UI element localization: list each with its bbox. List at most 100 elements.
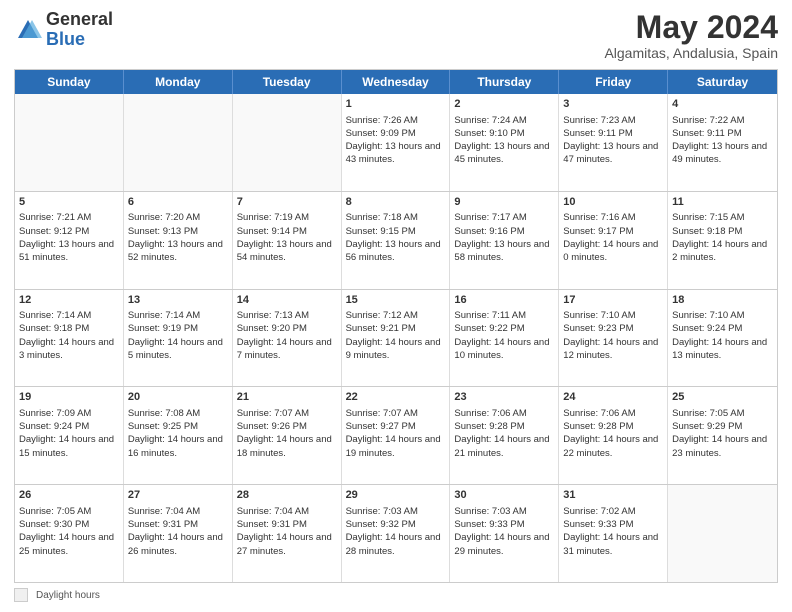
sunset-text: Sunset: 9:28 PM <box>454 421 524 432</box>
sunset-text: Sunset: 9:33 PM <box>454 519 524 530</box>
cal-cell: 8Sunrise: 7:18 AMSunset: 9:15 PMDaylight… <box>342 192 451 289</box>
daylight-text: Daylight: 14 hours and 2 minutes. <box>672 239 767 263</box>
cal-cell: 18Sunrise: 7:10 AMSunset: 9:24 PMDayligh… <box>668 290 777 387</box>
cal-cell: 1Sunrise: 7:26 AMSunset: 9:09 PMDaylight… <box>342 94 451 191</box>
cal-cell: 19Sunrise: 7:09 AMSunset: 9:24 PMDayligh… <box>15 387 124 484</box>
daylight-text: Daylight: 14 hours and 15 minutes. <box>19 434 114 458</box>
sunrise-text: Sunrise: 7:15 AM <box>672 212 744 223</box>
sunrise-text: Sunrise: 7:07 AM <box>237 408 309 419</box>
day-number: 10 <box>563 195 663 210</box>
sunrise-text: Sunrise: 7:13 AM <box>237 310 309 321</box>
daylight-text: Daylight: 14 hours and 31 minutes. <box>563 532 658 556</box>
legend-box <box>14 588 28 602</box>
day-number: 24 <box>563 390 663 405</box>
sunset-text: Sunset: 9:33 PM <box>563 519 633 530</box>
logo-text: General Blue <box>46 10 113 50</box>
sunrise-text: Sunrise: 7:17 AM <box>454 212 526 223</box>
cal-cell: 15Sunrise: 7:12 AMSunset: 9:21 PMDayligh… <box>342 290 451 387</box>
daylight-text: Daylight: 14 hours and 7 minutes. <box>237 337 332 361</box>
sunrise-text: Sunrise: 7:03 AM <box>346 506 418 517</box>
sunrise-text: Sunrise: 7:12 AM <box>346 310 418 321</box>
sunrise-text: Sunrise: 7:07 AM <box>346 408 418 419</box>
cal-cell: 2Sunrise: 7:24 AMSunset: 9:10 PMDaylight… <box>450 94 559 191</box>
sunrise-text: Sunrise: 7:11 AM <box>454 310 526 321</box>
sunset-text: Sunset: 9:15 PM <box>346 226 416 237</box>
sunset-text: Sunset: 9:20 PM <box>237 323 307 334</box>
day-number: 11 <box>672 195 773 210</box>
day-number: 17 <box>563 293 663 308</box>
calendar: SundayMondayTuesdayWednesdayThursdayFrid… <box>14 69 778 583</box>
sunrise-text: Sunrise: 7:21 AM <box>19 212 91 223</box>
day-number: 1 <box>346 97 446 112</box>
sunrise-text: Sunrise: 7:24 AM <box>454 115 526 126</box>
sunset-text: Sunset: 9:11 PM <box>672 128 742 139</box>
sunset-text: Sunset: 9:31 PM <box>237 519 307 530</box>
sunset-text: Sunset: 9:22 PM <box>454 323 524 334</box>
day-number: 18 <box>672 293 773 308</box>
cal-cell: 4Sunrise: 7:22 AMSunset: 9:11 PMDaylight… <box>668 94 777 191</box>
cal-cell: 12Sunrise: 7:14 AMSunset: 9:18 PMDayligh… <box>15 290 124 387</box>
logo: General Blue <box>14 10 113 50</box>
cal-cell: 16Sunrise: 7:11 AMSunset: 9:22 PMDayligh… <box>450 290 559 387</box>
sunset-text: Sunset: 9:25 PM <box>128 421 198 432</box>
sunrise-text: Sunrise: 7:18 AM <box>346 212 418 223</box>
cal-cell: 21Sunrise: 7:07 AMSunset: 9:26 PMDayligh… <box>233 387 342 484</box>
cal-week-4: 19Sunrise: 7:09 AMSunset: 9:24 PMDayligh… <box>15 387 777 485</box>
day-number: 21 <box>237 390 337 405</box>
sunset-text: Sunset: 9:17 PM <box>563 226 633 237</box>
cal-cell <box>233 94 342 191</box>
main-title: May 2024 <box>604 10 778 45</box>
daylight-text: Daylight: 14 hours and 0 minutes. <box>563 239 658 263</box>
cal-cell: 5Sunrise: 7:21 AMSunset: 9:12 PMDaylight… <box>15 192 124 289</box>
sunset-text: Sunset: 9:28 PM <box>563 421 633 432</box>
daylight-text: Daylight: 13 hours and 45 minutes. <box>454 141 549 165</box>
sunrise-text: Sunrise: 7:10 AM <box>672 310 744 321</box>
sunset-text: Sunset: 9:12 PM <box>19 226 89 237</box>
sunset-text: Sunset: 9:11 PM <box>563 128 633 139</box>
cal-header-saturday: Saturday <box>668 70 777 94</box>
daylight-text: Daylight: 14 hours and 19 minutes. <box>346 434 441 458</box>
daylight-text: Daylight: 14 hours and 28 minutes. <box>346 532 441 556</box>
daylight-text: Daylight: 14 hours and 3 minutes. <box>19 337 114 361</box>
cal-cell: 9Sunrise: 7:17 AMSunset: 9:16 PMDaylight… <box>450 192 559 289</box>
cal-cell: 26Sunrise: 7:05 AMSunset: 9:30 PMDayligh… <box>15 485 124 582</box>
daylight-text: Daylight: 13 hours and 52 minutes. <box>128 239 223 263</box>
daylight-text: Daylight: 14 hours and 21 minutes. <box>454 434 549 458</box>
logo-blue: Blue <box>46 29 85 49</box>
sunset-text: Sunset: 9:23 PM <box>563 323 633 334</box>
cal-header-monday: Monday <box>124 70 233 94</box>
day-number: 6 <box>128 195 228 210</box>
day-number: 22 <box>346 390 446 405</box>
day-number: 28 <box>237 488 337 503</box>
sunrise-text: Sunrise: 7:02 AM <box>563 506 635 517</box>
cal-cell <box>15 94 124 191</box>
day-number: 19 <box>19 390 119 405</box>
sunset-text: Sunset: 9:24 PM <box>19 421 89 432</box>
sunrise-text: Sunrise: 7:10 AM <box>563 310 635 321</box>
daylight-text: Daylight: 14 hours and 29 minutes. <box>454 532 549 556</box>
cal-cell: 27Sunrise: 7:04 AMSunset: 9:31 PMDayligh… <box>124 485 233 582</box>
cal-week-2: 5Sunrise: 7:21 AMSunset: 9:12 PMDaylight… <box>15 192 777 290</box>
day-number: 31 <box>563 488 663 503</box>
sunset-text: Sunset: 9:32 PM <box>346 519 416 530</box>
sunrise-text: Sunrise: 7:08 AM <box>128 408 200 419</box>
daylight-text: Daylight: 13 hours and 54 minutes. <box>237 239 332 263</box>
sunrise-text: Sunrise: 7:05 AM <box>19 506 91 517</box>
daylight-text: Daylight: 13 hours and 47 minutes. <box>563 141 658 165</box>
header: General Blue May 2024 Algamitas, Andalus… <box>14 10 778 61</box>
day-number: 20 <box>128 390 228 405</box>
sunrise-text: Sunrise: 7:22 AM <box>672 115 744 126</box>
daylight-text: Daylight: 13 hours and 51 minutes. <box>19 239 114 263</box>
sunset-text: Sunset: 9:13 PM <box>128 226 198 237</box>
calendar-body: 1Sunrise: 7:26 AMSunset: 9:09 PMDaylight… <box>15 94 777 582</box>
cal-cell: 11Sunrise: 7:15 AMSunset: 9:18 PMDayligh… <box>668 192 777 289</box>
cal-cell: 20Sunrise: 7:08 AMSunset: 9:25 PMDayligh… <box>124 387 233 484</box>
cal-cell: 6Sunrise: 7:20 AMSunset: 9:13 PMDaylight… <box>124 192 233 289</box>
daylight-text: Daylight: 13 hours and 43 minutes. <box>346 141 441 165</box>
daylight-text: Daylight: 13 hours and 56 minutes. <box>346 239 441 263</box>
sunrise-text: Sunrise: 7:04 AM <box>128 506 200 517</box>
cal-cell <box>124 94 233 191</box>
cal-week-5: 26Sunrise: 7:05 AMSunset: 9:30 PMDayligh… <box>15 485 777 582</box>
sunrise-text: Sunrise: 7:26 AM <box>346 115 418 126</box>
logo-icon <box>14 16 42 44</box>
